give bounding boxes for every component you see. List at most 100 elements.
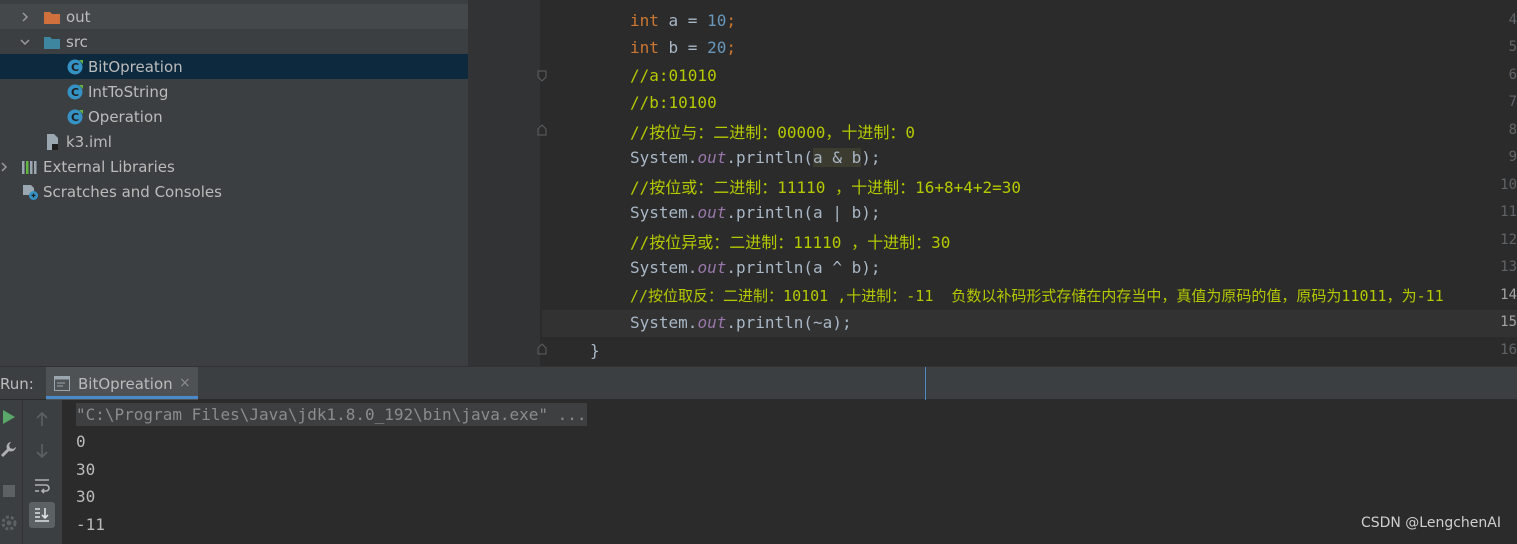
code-line[interactable]: System.out.println(a & b); — [542, 144, 1517, 171]
run-panel-label: Run: — [0, 375, 34, 393]
iml-file-icon — [43, 133, 61, 151]
code-line[interactable]: //按位或：二进制：11110 ，十进制：16+8+4+2=30 — [542, 172, 1517, 199]
code-line[interactable]: //a:01010 — [542, 62, 1517, 89]
code-comment: //a:01010 — [630, 66, 717, 85]
up-arrow-icon[interactable] — [33, 410, 51, 428]
code-token: ); — [832, 313, 852, 332]
code-comment: //b:10100 — [630, 93, 717, 112]
java-class-icon: C — [66, 83, 84, 101]
svg-text:C: C — [71, 86, 79, 99]
code-token: b = — [658, 38, 708, 57]
code-comment: //按位与：二进制：00000，十进制：0 — [630, 122, 916, 142]
number-literal: 10 — [707, 11, 727, 30]
tree-item-label: Operation — [88, 107, 163, 126]
tree-item-label: IntToString — [88, 82, 169, 101]
keyword: int — [630, 11, 659, 30]
tree-item-inttostring[interactable]: C IntToString — [0, 79, 468, 104]
tree-item-bitopreation[interactable]: C BitOpreation — [0, 54, 468, 79]
code-token: .println( — [726, 148, 814, 167]
code-token: System. — [630, 258, 698, 277]
java-class-icon: C — [66, 58, 84, 76]
code-comment: //按位或：二进制：11110 ，十进制：16+8+4+2=30 — [630, 177, 1022, 197]
console-output-line: 30 — [76, 487, 96, 506]
code-line[interactable]: //按位异或：二进制：11110 ，十进制：30 — [542, 227, 1517, 254]
code-token: System. — [630, 313, 698, 332]
folder-orange-icon — [43, 8, 61, 26]
svg-text:C: C — [71, 111, 79, 124]
code-comment: //按位取反：二进制：10101 ,十进制：-11 负数以补码形式存储在内存当中… — [630, 287, 1444, 305]
tree-item-src[interactable]: src — [0, 29, 468, 54]
libraries-icon — [21, 158, 39, 176]
scratches-icon — [21, 183, 39, 201]
semicolon: ; — [726, 11, 736, 30]
close-icon[interactable]: × — [179, 375, 191, 391]
chevron-right-icon[interactable] — [0, 160, 11, 174]
tree-item-label: k3.iml — [66, 132, 112, 151]
code-line[interactable]: //b:10100 — [542, 89, 1517, 116]
panel-split-marker — [925, 367, 926, 401]
code-token: ); — [861, 203, 881, 222]
code-line[interactable]: } — [542, 337, 1517, 364]
folder-blue-icon — [43, 33, 61, 51]
stop-icon[interactable] — [0, 482, 18, 500]
keyword: int — [630, 38, 659, 57]
tree-item-operation[interactable]: C Operation — [0, 104, 468, 129]
code-line[interactable]: //按位取反：二进制：10101 ,十进制：-11 负数以补码形式存储在内存当中… — [542, 282, 1517, 309]
settings-icon[interactable] — [0, 514, 18, 532]
console-tab-icon — [54, 376, 70, 391]
code-argument: ~a — [813, 313, 833, 332]
semicolon: ; — [726, 38, 736, 57]
code-comment: //按位异或：二进制：11110 ，十进制：30 — [630, 232, 951, 252]
soft-wrap-icon[interactable] — [33, 476, 51, 494]
code-token: System. — [630, 148, 698, 167]
editor-gutter — [468, 0, 540, 366]
static-field: out — [697, 148, 727, 167]
chevron-down-icon[interactable] — [18, 35, 32, 49]
code-argument-highlighted: a & b — [813, 148, 862, 167]
watermark: CSDN @LengchenAI — [1360, 515, 1501, 531]
number-literal: 20 — [707, 38, 727, 57]
run-icon[interactable] — [0, 408, 18, 426]
code-token: a = — [658, 11, 708, 30]
static-field: out — [697, 203, 727, 222]
console-output-line: 0 — [76, 432, 86, 451]
project-tree-panel: out src C BitOpreation C IntToString C O… — [0, 0, 468, 366]
console-output-line: 30 — [76, 460, 96, 479]
code-token: ); — [861, 148, 881, 167]
tree-item-label: out — [66, 7, 91, 26]
tree-item-k3-iml[interactable]: k3.iml — [0, 129, 468, 154]
code-line-current[interactable]: System.out.println(~a); — [542, 309, 1517, 336]
svg-text:C: C — [71, 61, 79, 74]
run-toolbar-left — [0, 400, 22, 544]
code-line[interactable]: int a = 10; — [542, 7, 1517, 34]
tree-item-label: BitOpreation — [88, 57, 183, 76]
run-panel-header: Run: BitOpreation × — [0, 366, 1517, 401]
console-output[interactable]: "C:\Program Files\Java\jdk1.8.0_192\bin\… — [62, 400, 1517, 544]
java-class-icon: C — [66, 108, 84, 126]
code-line[interactable]: System.out.println(a ^ b); — [542, 254, 1517, 281]
code-line[interactable]: System.out.println(a | b); — [542, 199, 1517, 226]
scroll-to-end-icon[interactable] — [29, 502, 55, 528]
code-token: System. — [630, 203, 698, 222]
static-field: out — [697, 313, 727, 332]
code-token: .println( — [726, 258, 814, 277]
code-argument: a ^ b — [813, 258, 862, 277]
wrench-icon[interactable] — [0, 440, 18, 458]
code-editor[interactable]: 4 5 6 7 8 9 10 11 12 13 14 15 16 int a =… — [468, 0, 1517, 366]
down-arrow-icon[interactable] — [33, 442, 51, 460]
tree-item-label: src — [66, 32, 88, 51]
static-field: out — [697, 258, 727, 277]
tree-item-scratches[interactable]: Scratches and Consoles — [0, 179, 468, 204]
run-toolbar-right — [22, 400, 62, 544]
chevron-right-icon[interactable] — [18, 10, 32, 24]
code-line[interactable]: //按位与：二进制：00000，十进制：0 — [542, 117, 1517, 144]
tree-item-out[interactable]: out — [0, 4, 468, 29]
active-tab-indicator — [46, 396, 198, 399]
code-line[interactable]: int b = 20; — [542, 34, 1517, 61]
tree-item-label: External Libraries — [43, 157, 175, 176]
code-token: .println( — [726, 313, 814, 332]
closing-brace: } — [590, 341, 600, 360]
code-token: ); — [861, 258, 881, 277]
tree-item-external-libraries[interactable]: External Libraries — [0, 154, 468, 179]
code-argument: a | b — [813, 203, 862, 222]
